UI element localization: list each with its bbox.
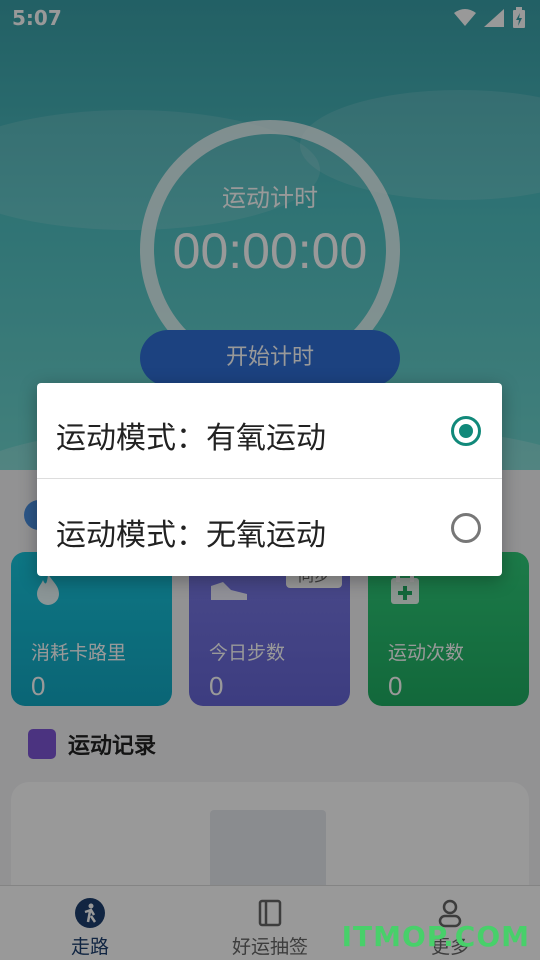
option-label: 运动模式：有氧运动 [56,421,326,456]
radio-selected[interactable] [451,416,481,446]
exercise-mode-dialog: 运动模式：有氧运动 运动模式：无氧运动 [37,383,502,576]
option-label: 运动模式：无氧运动 [56,518,326,553]
anaerobic-mode-option[interactable]: 运动模式：无氧运动 [37,480,502,576]
aerobic-mode-option[interactable]: 运动模式：有氧运动 [37,383,502,479]
radio-unselected[interactable] [451,513,481,543]
watermark-text: ITMOP.COM [341,920,530,953]
